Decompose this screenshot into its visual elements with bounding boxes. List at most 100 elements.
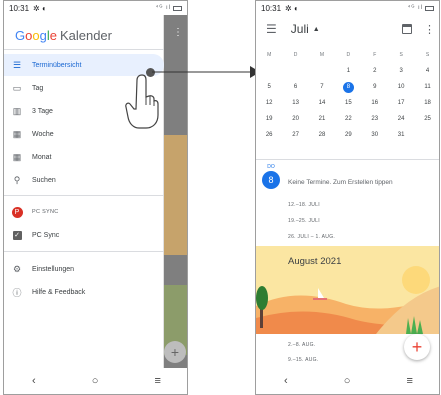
date-cell[interactable]: 30	[362, 132, 388, 138]
system-navigation-bar: ‹ ○ ≡	[4, 368, 187, 394]
date-cell[interactable]: 1	[335, 68, 361, 74]
weekday-label: M	[319, 52, 325, 58]
back-button[interactable]: ‹	[32, 375, 36, 387]
weekday-label: M	[267, 52, 272, 58]
left-phone-screen: 10:31 ✲ ◐ ⁴ᴳ ıl ⋮ + Google Kalender ☰ Ter…	[3, 0, 188, 395]
drawer-item-label: Terminübersicht	[32, 61, 82, 69]
account-header-pc-sync[interactable]: P PC SYNC	[4, 201, 164, 223]
date-cell[interactable]: 28	[309, 132, 335, 138]
caret-up-icon[interactable]: ▲	[313, 26, 320, 33]
status-bar: 10:31 ✲ ◐ ⁴ᴳ ıl	[256, 1, 439, 15]
day-header: DO 8	[260, 164, 282, 189]
date-cell[interactable]: 10	[388, 84, 414, 90]
date-cell[interactable]: 9	[362, 84, 388, 90]
weekday-label: S	[399, 52, 403, 58]
status-icons: ✲ ◐	[33, 3, 47, 13]
checkbox-checked-icon[interactable]: ✓	[12, 230, 22, 240]
status-time: 10:31	[261, 3, 282, 13]
week-range-label: 19.–25. JULI	[288, 218, 320, 224]
date-cell[interactable]: 29	[335, 132, 361, 138]
date-cell[interactable]: 13	[282, 100, 308, 106]
more-options-icon[interactable]: ⋮	[424, 23, 435, 36]
three-day-view-icon: ▥	[12, 105, 22, 116]
month-grid: M D M D F S S 1 2 3 4 5 6 7 8 9 10 11 12	[256, 47, 439, 143]
home-button[interactable]: ○	[344, 375, 351, 387]
calendar-item-pc-sync[interactable]: ✓ PC Sync	[4, 224, 164, 246]
month-view-icon: ▦	[12, 151, 22, 162]
date-cell[interactable]: 20	[282, 116, 308, 122]
drawer-item-label: Suchen	[32, 176, 56, 184]
drawer-item-label: Einstellungen	[32, 265, 75, 273]
no-events-message[interactable]: Keine Termine. Zum Erstellen tippen	[288, 179, 393, 186]
day-weekday: DO	[267, 164, 275, 170]
battery-icon	[173, 5, 182, 11]
recents-button[interactable]: ≡	[407, 375, 413, 387]
landscape-illustration	[256, 246, 439, 334]
today-marker: 8	[342, 81, 354, 93]
right-phone-screen: 10:31 ✲ ◐ ⁴ᴳ ıl ☰ Juli ▲ ⋮ M D M D F S S…	[255, 0, 440, 395]
drawer-item-label: Hilfe & Feedback	[32, 288, 86, 296]
hamburger-menu-icon[interactable]: ☰	[266, 22, 277, 36]
week-row: 1 2 3 4	[256, 63, 439, 79]
drawer-item-einstellungen[interactable]: ⚙ Einstellungen	[4, 258, 164, 280]
avatar: P	[11, 206, 23, 218]
month-selector[interactable]: Juli	[291, 22, 309, 36]
day-number-badge: 8	[262, 171, 280, 189]
week-row: 5 6 7 8 9 10 11	[256, 79, 439, 95]
weekday-label: S	[425, 52, 430, 58]
date-cell[interactable]: 25	[414, 116, 439, 122]
date-cell[interactable]: 12	[256, 100, 282, 106]
date-cell[interactable]: 7	[309, 84, 335, 90]
date-cell[interactable]: 22	[335, 116, 361, 122]
back-button[interactable]: ‹	[284, 375, 288, 387]
arrow-connector-icon	[152, 66, 260, 78]
weekday-label: D	[293, 52, 298, 58]
date-cell[interactable]: 15	[335, 100, 361, 106]
date-cell[interactable]: 11	[414, 84, 439, 90]
drawer-item-monat[interactable]: ▦ Monat	[4, 146, 164, 168]
date-cell[interactable]: 24	[388, 116, 414, 122]
search-icon: ⚲	[13, 174, 21, 185]
date-cell[interactable]: 14	[309, 100, 335, 106]
weekday-label: F	[373, 52, 377, 58]
divider	[256, 159, 439, 160]
battery-icon	[425, 5, 434, 11]
system-navigation-bar: ‹ ○ ≡	[256, 368, 439, 394]
network-indicator: ⁴ᴳ ıl	[407, 5, 423, 11]
week-range-label: 12.–18. JULI	[288, 202, 320, 208]
create-event-fab[interactable]: +	[404, 334, 430, 360]
divider	[4, 195, 164, 196]
recents-button[interactable]: ≡	[155, 375, 161, 387]
background-fab: +	[164, 341, 186, 363]
date-cell[interactable]: 19	[256, 116, 282, 122]
date-cell[interactable]: 4	[414, 68, 439, 74]
status-time: 10:31	[9, 3, 30, 13]
week-range-label: 26. JULI – 1. AUG.	[288, 234, 336, 240]
date-cell[interactable]: 16	[362, 100, 388, 106]
drawer-item-suchen[interactable]: ⚲ Suchen	[4, 169, 164, 191]
divider	[4, 49, 164, 50]
home-button[interactable]: ○	[92, 375, 99, 387]
date-cell-today[interactable]: 8	[335, 81, 361, 93]
status-icons: ✲ ◐	[285, 3, 299, 13]
drawer-item-hilfe[interactable]: ⓘ Hilfe & Feedback	[4, 281, 164, 303]
drawer-item-label: 3 Tage	[32, 107, 53, 115]
app-bar: ☰ Juli ▲ ⋮	[256, 15, 439, 43]
date-cell[interactable]: 2	[362, 68, 388, 74]
date-cell[interactable]: 27	[282, 132, 308, 138]
date-cell[interactable]: 17	[388, 100, 414, 106]
date-cell[interactable]: 21	[309, 116, 335, 122]
google-kalender-logo: Google Kalender	[15, 28, 112, 43]
date-cell[interactable]: 26	[256, 132, 282, 138]
date-cell[interactable]: 5	[256, 84, 282, 90]
date-cell[interactable]: 18	[414, 100, 439, 106]
date-cell[interactable]: 31	[388, 132, 414, 138]
divider	[4, 251, 164, 252]
date-cell[interactable]: 3	[388, 68, 414, 74]
month-banner-illustration: August 2021	[256, 246, 439, 334]
date-cell[interactable]: 23	[362, 116, 388, 122]
week-row: 12 13 14 15 16 17 18	[256, 95, 439, 111]
today-calendar-icon[interactable]	[402, 24, 412, 34]
banner-month-title: August 2021	[288, 256, 342, 267]
date-cell[interactable]: 6	[282, 84, 308, 90]
